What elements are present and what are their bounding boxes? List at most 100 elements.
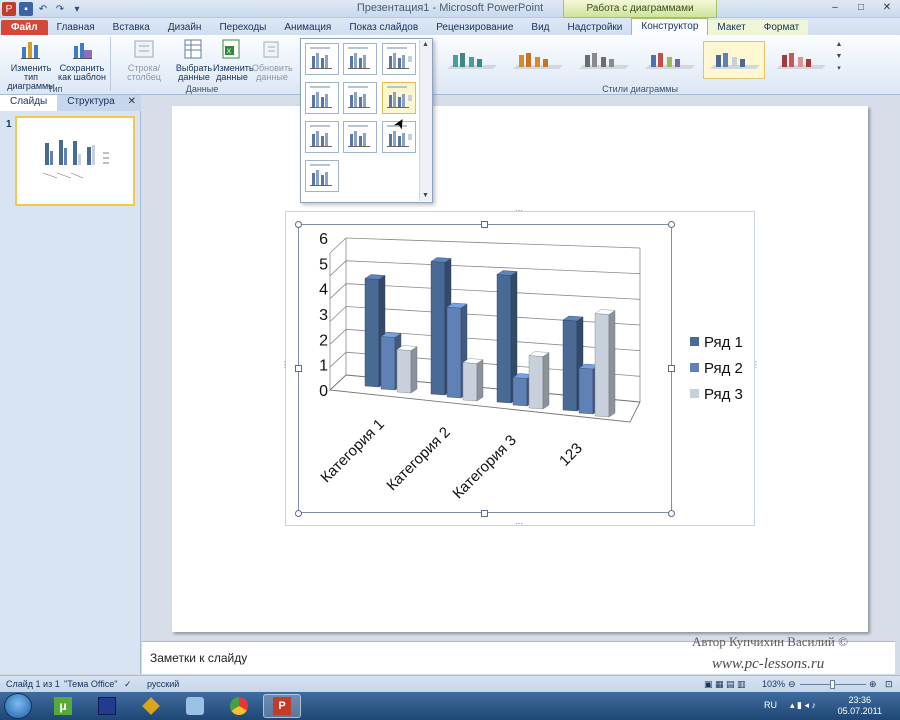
category-label-1: Категория 2 xyxy=(383,424,453,494)
taskbar-media-icon[interactable] xyxy=(176,694,214,718)
zoom-out-icon[interactable]: ⊖ xyxy=(788,679,796,690)
chart-layout-1[interactable] xyxy=(305,43,339,75)
chart-layout-preview xyxy=(348,86,370,108)
layout-gallery-scrollbar[interactable]: ▲ ▼ xyxy=(419,40,432,201)
legend-swatch-1 xyxy=(690,363,699,372)
legend-label-0: Ряд 1 xyxy=(704,334,743,351)
plot-handle-tl[interactable] xyxy=(295,221,302,228)
chart-layout-preview xyxy=(310,86,332,108)
fit-slide-icon[interactable]: ⊡ xyxy=(885,679,893,690)
bar-front-s1-c2 xyxy=(512,377,528,407)
zoom-in-icon[interactable]: ⊕ xyxy=(869,679,877,690)
y-tick-label-1: 1 xyxy=(319,358,328,375)
category-label-3: 123 xyxy=(556,440,586,470)
legend-swatch-2 xyxy=(690,389,699,398)
chart-layout-preview xyxy=(310,164,332,186)
side-gridline-4 xyxy=(329,283,347,299)
chart-layout-4[interactable] xyxy=(305,82,339,114)
category-label-2: Категория 3 xyxy=(449,432,519,502)
spellcheck-icon[interactable]: ✓ xyxy=(124,679,132,690)
view-buttons[interactable]: ▣ ▦ ▤ ▥ xyxy=(704,679,746,690)
bar-front-s0-c1 xyxy=(430,261,446,396)
author-watermark: Автор Купчихин Василий © xyxy=(692,634,848,649)
bar-side-s2-c0 xyxy=(410,346,418,394)
side-gridline-1 xyxy=(329,351,347,368)
side-gridline-6 xyxy=(329,237,347,254)
bar-front-s1-c0 xyxy=(380,336,396,391)
chart-layout-7[interactable] xyxy=(305,121,339,153)
category-label-0: Категория 1 xyxy=(317,416,387,486)
chart-layout-gallery[interactable]: ▲ ▼ ➤ xyxy=(300,38,433,203)
taskbar-save-icon[interactable] xyxy=(88,694,126,718)
bar-front-s0-c2 xyxy=(496,274,512,404)
bar-front-s2-c0 xyxy=(396,349,412,394)
y-tick-label-6: 6 xyxy=(319,231,328,248)
y-tick-label-3: 3 xyxy=(319,307,328,324)
taskbar-chrome-icon[interactable] xyxy=(220,694,258,718)
taskbar: μ P RU ▴ ▮ ◂ ♪ 23:36 05.07.2011 xyxy=(0,692,900,720)
bar-front-s1-c1 xyxy=(446,306,462,399)
plot-handle-left[interactable] xyxy=(295,365,302,372)
gridline-4 xyxy=(345,283,641,300)
legend-label-2: Ряд 3 xyxy=(704,386,743,403)
input-language[interactable]: RU xyxy=(764,700,777,710)
chart-layout-8[interactable] xyxy=(343,121,377,153)
y-tick-label-5: 5 xyxy=(319,256,328,273)
zoom-level[interactable]: 103% xyxy=(762,679,785,689)
status-bar: Слайд 1 из 1 "Тема Office" ✓ русский ▣ ▦… xyxy=(0,675,900,692)
bar-side-s2-c3 xyxy=(608,310,616,418)
chart-layout-10[interactable] xyxy=(305,160,339,192)
bar-front-s1-c3 xyxy=(578,367,594,415)
plot-handle-tr[interactable] xyxy=(668,221,675,228)
bar-front-s2-c3 xyxy=(594,313,610,418)
zoom-slider-thumb[interactable] xyxy=(830,680,835,689)
language-indicator[interactable]: русский xyxy=(147,679,179,689)
chart-layout-preview xyxy=(387,47,412,69)
legend-swatch-0 xyxy=(690,337,699,346)
site-watermark: www.pc-lessons.ru xyxy=(712,656,825,672)
legend-label-1: Ряд 2 xyxy=(704,360,743,377)
bar-side-s2-c1 xyxy=(476,359,484,402)
chart-layout-3[interactable] xyxy=(382,43,416,75)
taskbar-pen-icon[interactable] xyxy=(132,694,170,718)
chart-layout-2[interactable] xyxy=(343,43,377,75)
taskbar-utorrent-icon[interactable]: μ xyxy=(44,694,82,718)
clock[interactable]: 23:36 05.07.2011 xyxy=(838,695,882,717)
chart-right-grip[interactable]: ⋮ xyxy=(752,360,760,369)
plot-handle-br[interactable] xyxy=(668,510,675,517)
chart-layout-preview xyxy=(387,86,412,108)
y-tick-label-0: 0 xyxy=(319,383,328,400)
chart-layout-preview xyxy=(348,47,370,69)
bar-front-s0-c3 xyxy=(562,319,578,412)
chart-svg: 0123456Категория 1Категория 2Категория 3… xyxy=(317,231,743,502)
bar-side-s2-c2 xyxy=(542,352,550,410)
chart-layout-preview xyxy=(348,125,370,147)
bar-front-s2-c1 xyxy=(462,362,478,402)
chart-layout-preview xyxy=(310,47,332,69)
gridline-5 xyxy=(345,260,641,275)
plot-handle-right[interactable] xyxy=(668,365,675,372)
chart-bottom-grip[interactable]: ⋯ xyxy=(515,519,523,528)
start-button[interactable] xyxy=(4,693,32,719)
theme-name[interactable]: "Тема Office" xyxy=(64,679,117,689)
plot-handle-bl[interactable] xyxy=(295,510,302,517)
chart-layout-6[interactable] xyxy=(382,82,416,114)
y-tick-label-2: 2 xyxy=(319,332,328,349)
plot-handle-bottom[interactable] xyxy=(481,510,488,517)
chart-left-grip[interactable]: ⋮ xyxy=(281,360,289,369)
y-tick-label-4: 4 xyxy=(319,282,328,299)
plot-handle-top[interactable] xyxy=(481,221,488,228)
taskbar-powerpoint-icon[interactable]: P xyxy=(263,694,301,718)
side-gridline-5 xyxy=(329,260,347,277)
chart-top-grip[interactable]: ⋯ xyxy=(515,206,523,215)
chart-layout-preview xyxy=(310,125,332,147)
chart-layout-5[interactable] xyxy=(343,82,377,114)
gridline-6 xyxy=(345,237,641,249)
side-gridline-3 xyxy=(329,306,347,322)
bar-front-s0-c0 xyxy=(364,278,380,388)
bar-front-s2-c2 xyxy=(528,355,544,410)
side-gridline-2 xyxy=(329,329,347,345)
notes-placeholder[interactable]: Заметки к слайду xyxy=(150,651,247,665)
tray-icons[interactable]: ▴ ▮ ◂ ♪ xyxy=(790,700,816,711)
slide-counter: Слайд 1 из 1 xyxy=(6,679,60,689)
